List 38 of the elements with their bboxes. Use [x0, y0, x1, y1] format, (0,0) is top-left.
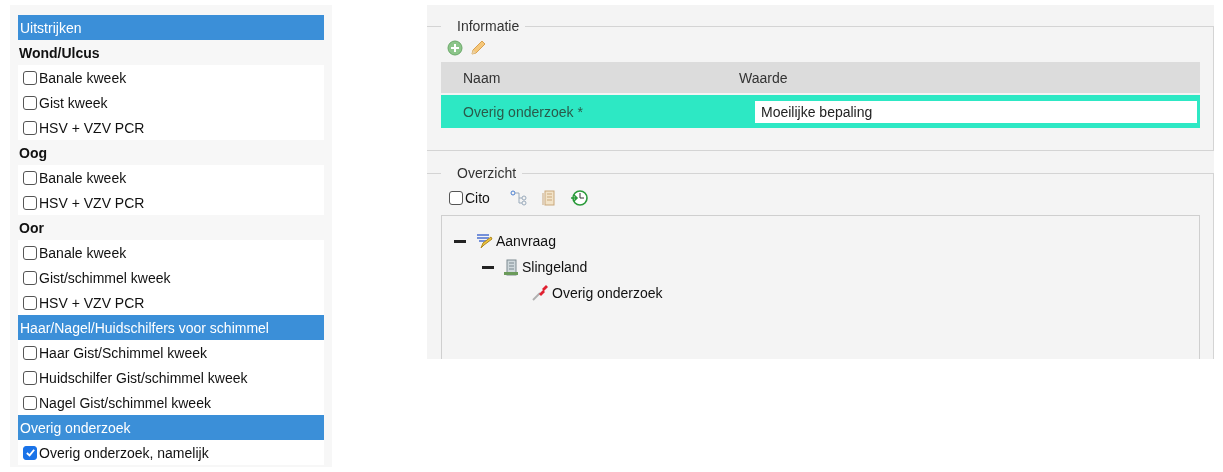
checkbox[interactable]: [23, 345, 37, 360]
table-row[interactable]: Overig onderzoek * Moeilijke bepaling: [441, 93, 1200, 128]
pipette-icon: [531, 284, 549, 302]
checkbox-label[interactable]: Gist kweek: [39, 94, 108, 111]
checkbox-label[interactable]: Banale kweek: [39, 69, 127, 86]
column-header: Naam: [462, 69, 502, 86]
checkbox[interactable]: [23, 245, 37, 260]
value-field[interactable]: Moeilijke bepaling: [755, 100, 1197, 123]
checkbox[interactable]: [23, 270, 37, 285]
section-header: Uitstrijken: [18, 15, 324, 40]
checkbox[interactable]: [449, 191, 463, 205]
checkbox[interactable]: [23, 95, 37, 110]
checkbox-label[interactable]: Banale kweek: [39, 169, 127, 186]
group-label: Oor: [18, 218, 45, 238]
section-legend: Informatie: [441, 18, 526, 34]
clock-icon[interactable]: [569, 189, 588, 207]
checkbox[interactable]: [23, 120, 37, 135]
section-header: Haar/Nagel/Huidschilfers voor schimmel: [18, 315, 324, 340]
checkbox[interactable]: [23, 170, 37, 185]
section-header: Overig onderzoek: [18, 415, 324, 440]
form-icon: [475, 233, 493, 249]
group-label: Oog: [18, 143, 48, 163]
tree-node-label[interactable]: Slingeland: [522, 259, 588, 275]
table-cell-text: Overig onderzoek *: [462, 103, 584, 120]
checkbox[interactable]: [23, 70, 37, 85]
checkbox[interactable]: [23, 445, 37, 460]
checkbox[interactable]: [23, 195, 37, 210]
tree-node-label[interactable]: Aanvraag: [496, 233, 556, 249]
building-icon: [503, 258, 519, 276]
section-legend: Overzicht: [441, 165, 523, 181]
checkbox-label[interactable]: Cito: [465, 190, 490, 206]
checkbox[interactable]: [23, 370, 37, 385]
checkbox[interactable]: [23, 295, 37, 310]
tree-node-label[interactable]: Overig onderzoek: [552, 285, 663, 301]
group-label: Wond/Ulcus: [18, 43, 101, 63]
checkbox-label[interactable]: Banale kweek: [39, 244, 127, 261]
column-header: Waarde: [739, 69, 788, 86]
checkbox[interactable]: [23, 395, 37, 410]
